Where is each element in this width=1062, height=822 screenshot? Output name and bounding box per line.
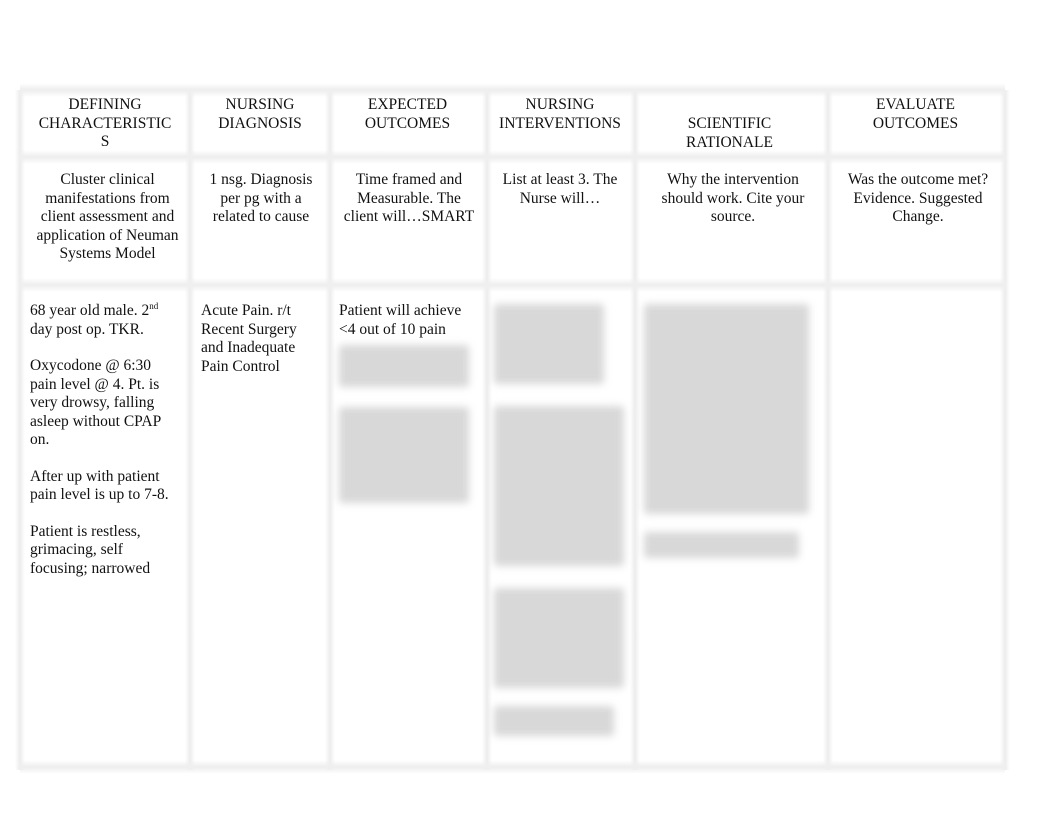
cell-nursing-interventions (488, 304, 633, 746)
instruction-defining-characteristics: Cluster clinical manifestations from cli… (36, 171, 179, 262)
col-divider (823, 90, 833, 770)
header-line: DEFINING (68, 96, 142, 113)
header-line: NURSING (525, 96, 595, 113)
header-line: RATIONALE (686, 133, 773, 151)
header-line: DIAGNOSIS (218, 114, 302, 132)
header-line: OUTCOMES (872, 114, 959, 132)
text: 68 year old male. 2 (30, 302, 150, 319)
cell-scientific-rationale (638, 304, 823, 568)
header-nursing-diagnosis: NURSING DIAGNOSIS (190, 96, 330, 133)
instruction-nursing-interventions: List at least 3. The Nurse will… (502, 171, 618, 207)
blurred-text (494, 304, 604, 384)
characteristic-paragraph: After up with patient pain level is up t… (30, 467, 169, 504)
header-line: INTERVENTIONS (499, 114, 621, 132)
header-scientific-rationale: SCIENTIFIC RATIONALE (632, 115, 827, 152)
header-expected-outcomes: EXPECTED OUTCOMES (330, 96, 485, 133)
header-line: EVALUATE (876, 96, 955, 113)
cell-expected-outcomes: Patient will achieve <4 out of 10 pain (333, 302, 483, 513)
blurred-text (644, 304, 809, 514)
row-divider (20, 278, 1005, 292)
cell-nursing-diagnosis: Acute Pain. r/t Recent Surgery and Inade… (201, 302, 297, 375)
instruction-scientific-rationale: Why the intervention should work. Cite y… (661, 171, 805, 225)
text: day post op. TKR. (30, 320, 144, 338)
instruction-nursing-diagnosis: 1 nsg. Diagnosis per pg with a related t… (209, 171, 313, 225)
header-nursing-interventions: NURSING INTERVENTIONS (485, 96, 635, 133)
header-defining-characteristics: DEFINING CHARACTERISTIC S (20, 96, 190, 152)
blurred-text (494, 588, 624, 688)
characteristic-paragraph: Patient is restless, grimacing, self foc… (30, 522, 151, 577)
header-line: SCIENTIFIC (687, 115, 772, 132)
header-line: OUTCOMES (364, 114, 451, 132)
characteristic-paragraph: Oxycodone @ 6:30 pain level @ 4. Pt. is … (30, 357, 161, 448)
blurred-text (339, 345, 469, 387)
row-divider (20, 83, 1005, 97)
care-plan-table: DEFINING CHARACTERISTIC S NURSING DIAGNO… (15, 83, 1010, 774)
header-line: CHARACTERISTIC (38, 114, 172, 132)
blurred-text (644, 532, 799, 558)
row-divider (20, 150, 1005, 164)
expected-outcome-text: Patient will achieve <4 out of 10 pain (339, 302, 462, 338)
instruction-evaluate-outcomes: Was the outcome met? Evidence. Suggested… (847, 171, 989, 225)
header-line: EXPECTED (367, 96, 448, 113)
cell-defining-characteristics: 68 year old male. 2nd day post op. TKR. … (24, 302, 186, 587)
header-evaluate-outcomes: EVALUATE OUTCOMES (828, 96, 1003, 133)
blurred-text (494, 706, 614, 736)
header-line: NURSING (225, 96, 295, 113)
row-divider (20, 760, 1005, 774)
blurred-text (494, 406, 624, 566)
instruction-expected-outcomes: Time framed and Measurable. The client w… (343, 171, 475, 225)
blurred-text (339, 407, 469, 503)
characteristic-paragraph: 68 year old male. 2nd day post op. TKR. (30, 302, 180, 339)
header-line: S (100, 133, 110, 150)
superscript: nd (149, 302, 159, 311)
